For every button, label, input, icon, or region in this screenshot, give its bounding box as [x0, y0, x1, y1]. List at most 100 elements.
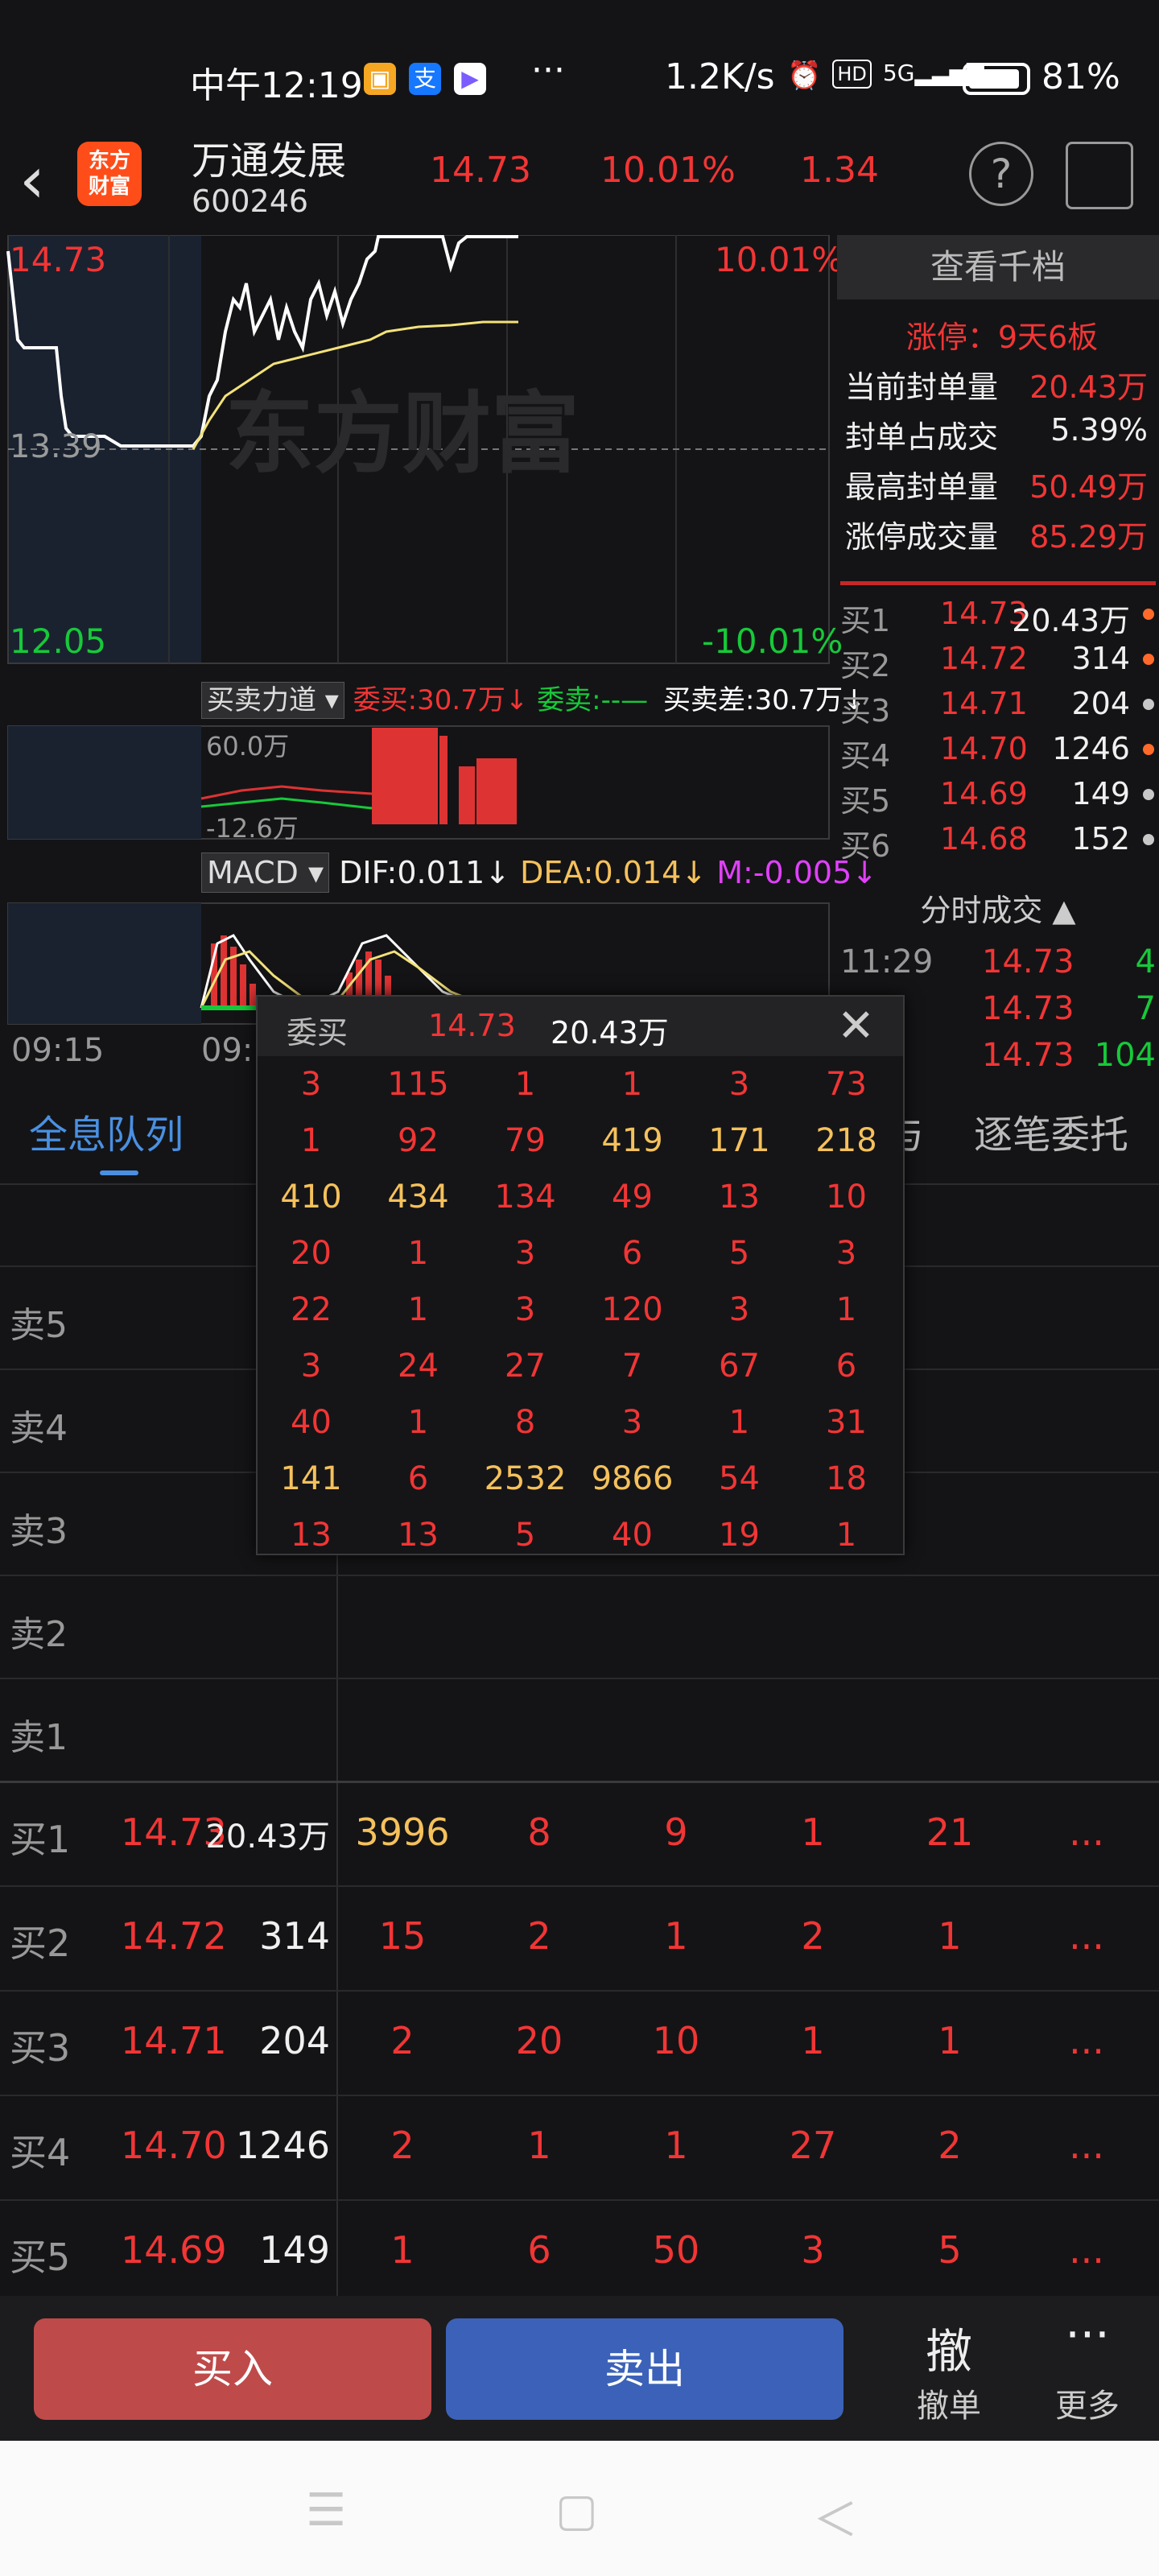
popup-order-qty: 54 [719, 1460, 760, 1497]
popup-order-qty: 3 [728, 1066, 750, 1103]
popup-order-row: 141 6 2532 9866 54 18 [258, 1451, 903, 1507]
back-nav-icon[interactable]: ＜ [813, 2484, 858, 2549]
bid-level-row[interactable]: 买4 14.70 1246 [840, 731, 1159, 776]
status-dot [1143, 699, 1154, 710]
popup-order-row: 1 92 79 419 171 218 [258, 1113, 903, 1169]
popup-order-qty: 40 [291, 1404, 332, 1441]
more-label[interactable]: 更多 [1043, 2380, 1132, 2426]
tab-full-queue[interactable]: 全息队列 [29, 1103, 184, 1159]
buy-price: 14.69 [121, 2228, 227, 2272]
sell-queue-row[interactable]: 卖2 [0, 1575, 1159, 1678]
queued-order: 5 [938, 2228, 962, 2272]
buy-price: 14.71 [121, 2019, 227, 2062]
popup-order-qty: 92 [398, 1122, 439, 1159]
landscape-toggle-icon[interactable] [1066, 142, 1133, 209]
buy-button[interactable]: 买入 [34, 2318, 431, 2420]
chart-prev-close: 13.39 [10, 428, 102, 465]
macd-dea: DEA:0.014↓ [520, 855, 707, 890]
popup-order-qty: 18 [826, 1460, 867, 1497]
bid-qty: 149 [1071, 776, 1130, 811]
queued-order: 6 [527, 2228, 551, 2272]
bid-level-row[interactable]: 买5 14.69 149 [840, 776, 1159, 821]
popup-order-qty: 3 [728, 1291, 750, 1328]
tick-trades-title[interactable]: 分时成交 ▲ [837, 886, 1159, 934]
buy-queue-row[interactable]: 买4 14.70 1246 2 1 1 27 2... [0, 2095, 1159, 2199]
queued-order[interactable]: ... [1038, 1914, 1135, 1958]
network-speed: 1.2K/s [665, 56, 775, 97]
popup-order-qty: 3 [300, 1066, 322, 1103]
trade-price: 14.73 [982, 990, 1074, 1027]
buy-queue-row[interactable]: 买5 14.69 149 1 6 50 3 5... [0, 2199, 1159, 2304]
help-icon[interactable]: ? [969, 142, 1033, 206]
popup-order-qty: 1 [728, 1404, 750, 1441]
menu-nav-icon[interactable]: ☰ [306, 2484, 346, 2537]
tab-order-by-order[interactable]: 逐笔委托 [974, 1103, 1128, 1159]
popup-order-qty: 5 [514, 1517, 536, 1554]
bid-level-label: 买1 [840, 603, 891, 638]
popup-order-qty: 8 [514, 1404, 536, 1441]
limit-row: 当前封单量 20.43万 [845, 362, 1159, 407]
view-1000-levels-button[interactable]: 查看千档 [837, 235, 1159, 299]
macd-dif: DIF:0.011↓ [339, 855, 510, 890]
queued-order[interactable]: ... [1038, 1810, 1135, 1854]
limit-value: 85.29万 [1029, 519, 1148, 555]
queued-order[interactable]: ... [1038, 2019, 1135, 2062]
buy-queue-row[interactable]: 买2 14.72 314 15 2 1 2 1... [0, 1885, 1159, 1990]
popup-order-row: 40 1 8 3 1 31 [258, 1394, 903, 1451]
queued-order: 2 [390, 2124, 415, 2167]
status-time: 中午12:19 [190, 65, 363, 106]
limit-label: 涨停成交量 [845, 519, 999, 555]
home-nav-icon[interactable]: ▢ [555, 2484, 598, 2537]
popup-order-qty: 1 [300, 1122, 322, 1159]
popup-order-qty: 120 [601, 1291, 663, 1328]
popup-order-qty: 1 [407, 1404, 429, 1441]
popup-order-qty: 218 [815, 1122, 877, 1159]
queued-order: 3996 [355, 1810, 450, 1854]
buy-queue-row[interactable]: 买1 14.73 20.43万 3996 8 9 1 21... [0, 1781, 1159, 1885]
cancel-order-icon[interactable]: 撤 [913, 2314, 985, 2381]
popup-order-qty: 19 [719, 1517, 760, 1554]
popup-order-qty: 73 [826, 1066, 867, 1103]
popup-order-qty: 10 [826, 1179, 867, 1216]
buysell-indicator-select[interactable]: 买卖力道 ▾ [201, 682, 344, 719]
sell-queue-row[interactable]: 卖1 [0, 1678, 1159, 1781]
bid-level-row[interactable]: 买3 14.71 204 [840, 686, 1159, 731]
cancel-order-label[interactable]: 撤单 [913, 2380, 985, 2426]
popup-order-qty: 79 [505, 1122, 546, 1159]
bid-level-row[interactable]: 买1 14.73 20.43万 [840, 596, 1159, 641]
popup-order-qty: 1 [835, 1291, 857, 1328]
buysell-diff: 买卖差:30.7万↓ [663, 684, 866, 716]
popup-order-qty: 22 [291, 1291, 332, 1328]
chart-top-price: 14.73 [10, 240, 107, 279]
status-icons: ⏰ HD 5G▂▃▅▇ [787, 60, 984, 92]
more-icon[interactable]: ··· [1043, 2307, 1132, 2362]
queued-order: 8 [527, 1810, 551, 1854]
queued-order[interactable]: ... [1038, 2124, 1135, 2167]
sell-level-label: 卖5 [10, 1305, 68, 1346]
divider [840, 581, 1156, 585]
limit-label: 当前封单量 [845, 369, 999, 405]
bid-price: 14.69 [940, 776, 1028, 811]
macd-indicator-select[interactable]: MACD ▾ [201, 852, 330, 893]
bid-level-row[interactable]: 买2 14.72 314 [840, 641, 1159, 686]
buy-level-label: 买2 [10, 1922, 71, 1965]
video-app-icon: ▶ [454, 63, 486, 95]
buy-queue-row[interactable]: 买3 14.71 204 2 20 10 1 1... [0, 1990, 1159, 2095]
trade-qty: 104 [1094, 1037, 1156, 1074]
close-icon[interactable]: ✕ [837, 1000, 875, 1052]
popup-order-qty: 6 [835, 1348, 857, 1385]
buy-sell-bars [372, 728, 517, 824]
buy-price: 14.72 [121, 1914, 227, 1958]
back-arrow-icon[interactable]: ‹ [19, 140, 68, 221]
intraday-chart[interactable]: 东方财富 14.73 10.01% 13.39 12.05 -10.01% 买卖… [0, 235, 877, 1080]
buysell-min: -12.6万 [206, 813, 299, 844]
bid-level-row[interactable]: 买6 14.68 152 [840, 821, 1159, 866]
sell-button[interactable]: 卖出 [446, 2318, 843, 2420]
buy-level-label: 买4 [10, 2131, 71, 2174]
signal-label: 5G [882, 60, 915, 86]
popup-order-qty: 67 [719, 1348, 760, 1385]
buysell-max: 60.0万 [206, 731, 290, 762]
status-dot [1143, 744, 1154, 755]
queued-order[interactable]: ... [1038, 2228, 1135, 2272]
queued-order: 1 [801, 1810, 825, 1854]
